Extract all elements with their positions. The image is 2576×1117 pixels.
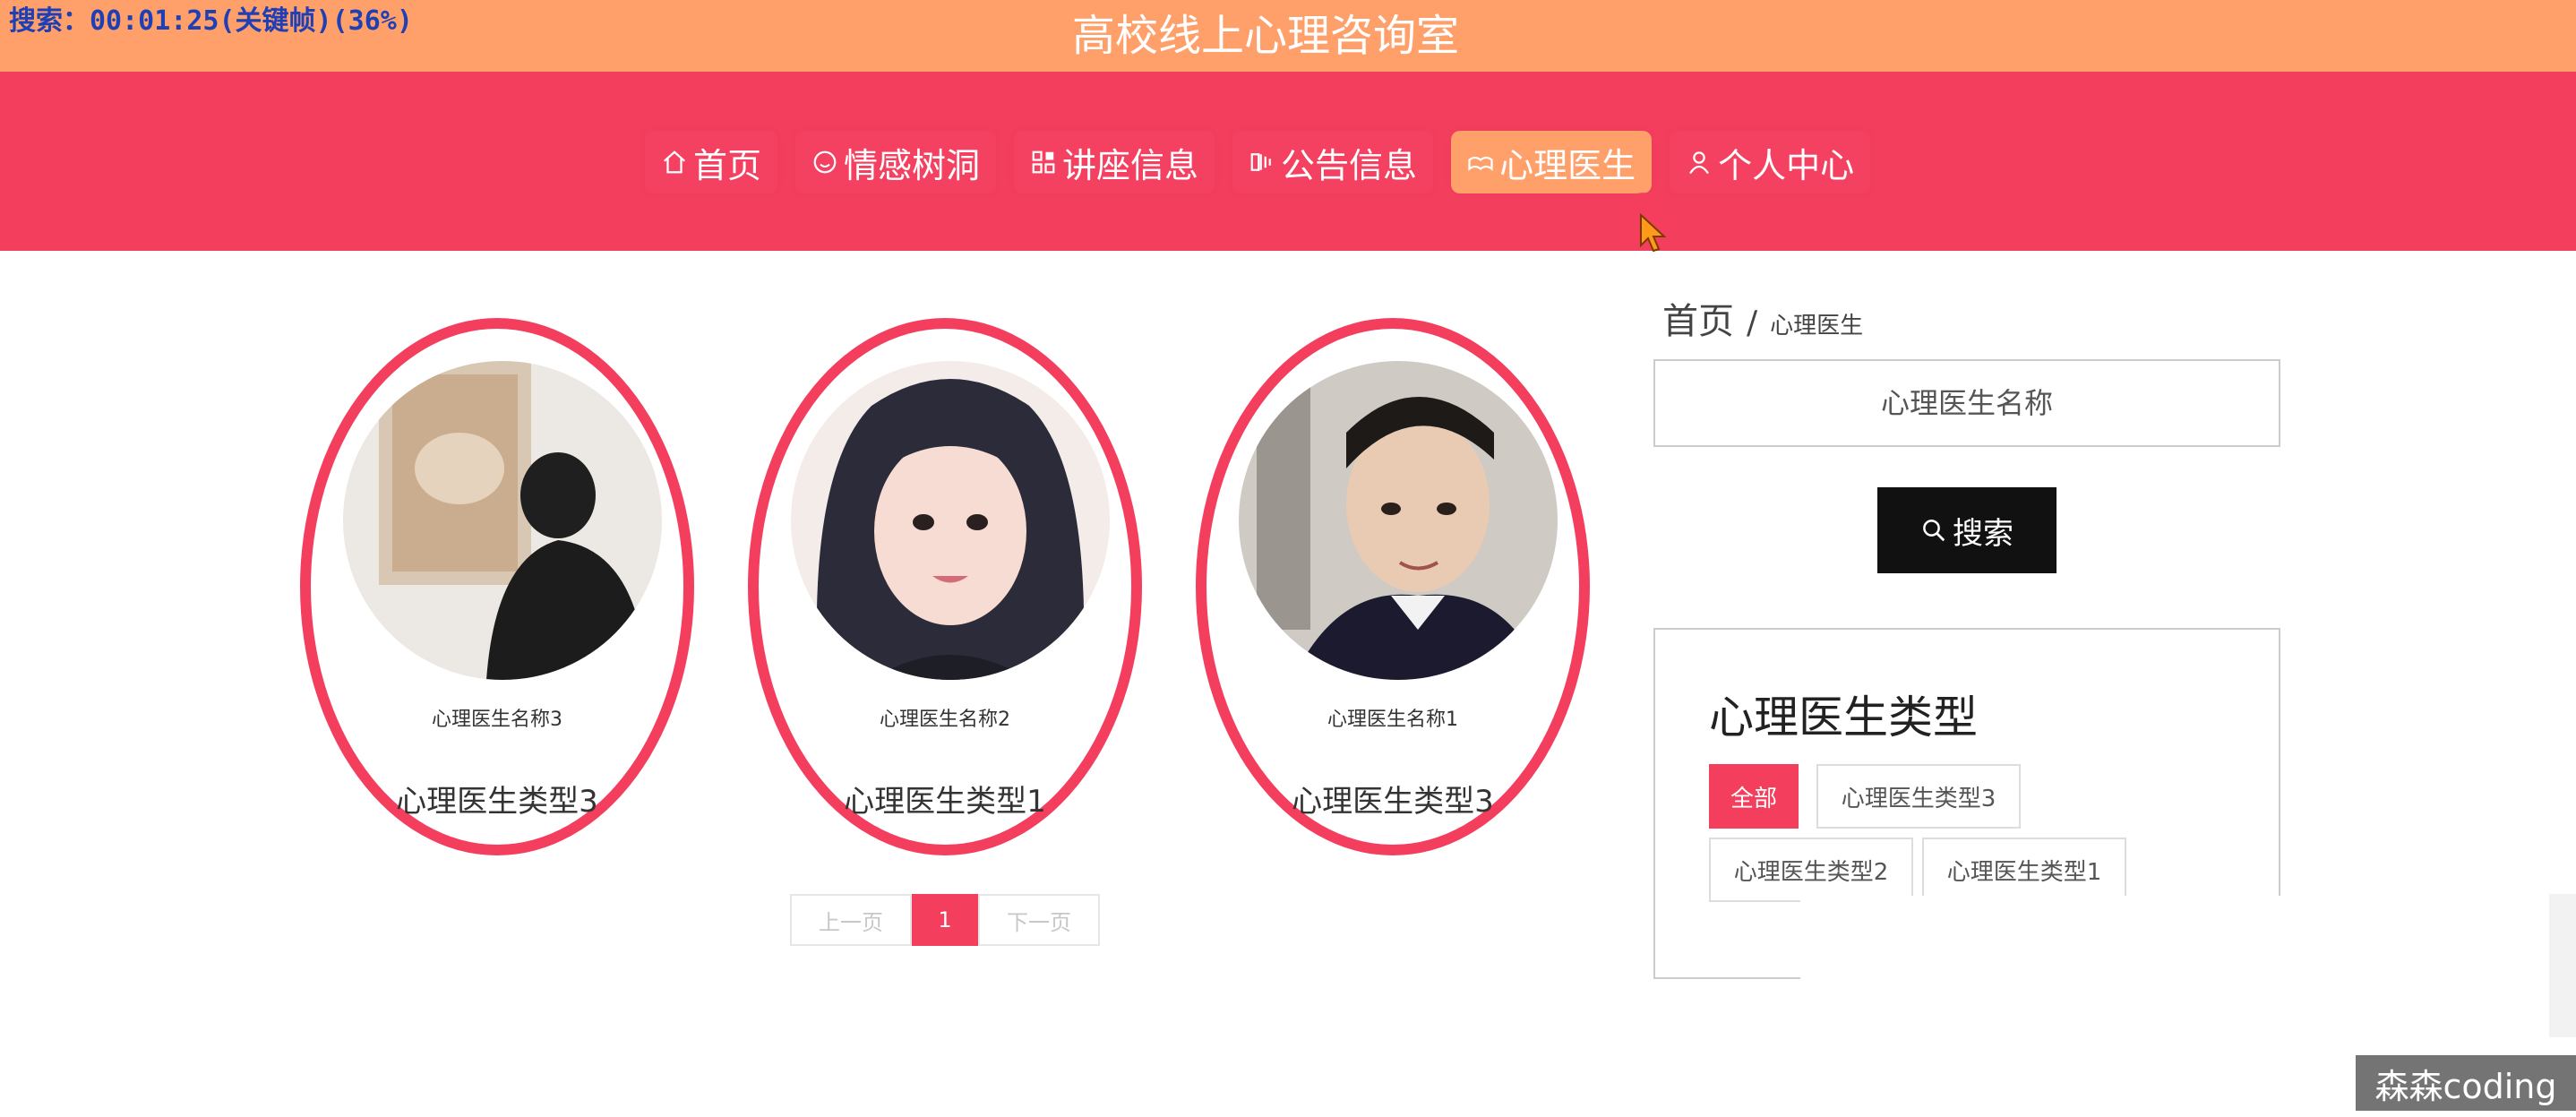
- doctor-photo-3: [343, 361, 662, 680]
- overlay-fade: [1800, 896, 2284, 985]
- doctor-card[interactable]: 心理医生名称1 心理医生类型3: [1196, 318, 1590, 855]
- doctor-name: 心理医生名称2: [880, 709, 1010, 731]
- breadcrumb-separator: /: [1747, 305, 1758, 341]
- user-icon: [1689, 151, 1710, 175]
- search-button[interactable]: 搜索: [1877, 487, 2057, 573]
- nav-item-label: 讲座信息: [1062, 145, 1199, 185]
- doctor-type: 心理医生类型1: [844, 784, 1046, 820]
- nav-item-home[interactable]: 首页: [645, 131, 777, 193]
- type-tag-type3[interactable]: 心理医生类型3: [1816, 764, 2021, 829]
- main-nav: 首页 情感树洞 讲座信息 公告信息 心理医生 个人中心: [645, 131, 1870, 193]
- announcement-icon: [1250, 153, 1271, 171]
- type-tag-type2[interactable]: 心理医生类型2: [1709, 838, 1913, 902]
- breadcrumb-current: 心理医生: [1770, 313, 1864, 339]
- doctor-card[interactable]: 心理医生名称2 心理医生类型1: [748, 318, 1142, 855]
- nav-item-label: 情感树洞: [844, 145, 981, 185]
- doctor-photo-2: [791, 361, 1110, 680]
- doctor-card[interactable]: 心理医生名称3 心理医生类型3: [300, 318, 694, 855]
- nav-item-emotion-tree[interactable]: 情感树洞: [795, 131, 996, 193]
- nav-item-label: 首页: [693, 145, 762, 185]
- doctor-photo-1: [1239, 361, 1558, 680]
- search-button-label: 搜索: [1953, 515, 2014, 552]
- current-page-button[interactable]: 1: [912, 894, 978, 946]
- nav-item-label: 个人中心: [1718, 145, 1855, 185]
- search-icon: [1923, 520, 1945, 542]
- scrollbar[interactable]: [2549, 894, 2576, 1037]
- doctor-avatar: [791, 361, 1110, 680]
- doctor-name: 心理医生名称3: [432, 709, 562, 731]
- doctor-name: 心理医生名称1: [1327, 709, 1458, 731]
- prev-page-button[interactable]: 上一页: [790, 894, 912, 946]
- nav-item-announcements[interactable]: 公告信息: [1232, 131, 1433, 193]
- doctor-list: 心理医生名称3 心理医生类型3 心理医生名称2 心理医生类型1 心理医生名称1 …: [300, 318, 1590, 855]
- nav-item-personal-center[interactable]: 个人中心: [1670, 131, 1870, 193]
- nav-item-doctors[interactable]: 心理医生: [1451, 131, 1653, 193]
- nav-item-lectures[interactable]: 讲座信息: [1014, 131, 1215, 193]
- page: 高校线上心理咨询室 搜索：00:01:25(关键帧)(36%) 首页 情感树洞 …: [0, 0, 2576, 1117]
- smile-icon: [813, 150, 837, 174]
- next-page-button[interactable]: 下一页: [978, 894, 1100, 946]
- cursor-arrow-icon: [1640, 213, 1667, 253]
- nav-item-label: 公告信息: [1281, 145, 1418, 185]
- nav-item-label: 心理医生: [1499, 145, 1636, 185]
- doctor-type-title: 心理医生类型: [1709, 692, 1978, 743]
- home-icon: [664, 150, 685, 174]
- doctor-icon: [1468, 156, 1493, 171]
- doctor-avatar: [343, 361, 662, 680]
- type-tag-all[interactable]: 全部: [1709, 764, 1799, 829]
- doctor-avatar: [1239, 361, 1558, 680]
- doctor-type: 心理医生类型3: [1292, 784, 1494, 820]
- type-tag-type1[interactable]: 心理医生类型1: [1922, 838, 2126, 902]
- pagination: 上一页 1 下一页: [790, 894, 1100, 946]
- watermark: 森森coding: [2356, 1055, 2576, 1111]
- breadcrumb: 首页 / 心理医生: [1662, 292, 1863, 344]
- breadcrumb-home[interactable]: 首页: [1662, 292, 1734, 344]
- video-search-overlay: 搜索：00:01:25(关键帧)(36%): [9, 5, 413, 37]
- doctor-type: 心理医生类型3: [396, 784, 598, 820]
- doctor-name-search-input[interactable]: [1653, 359, 2280, 447]
- grid-icon: [1032, 150, 1055, 174]
